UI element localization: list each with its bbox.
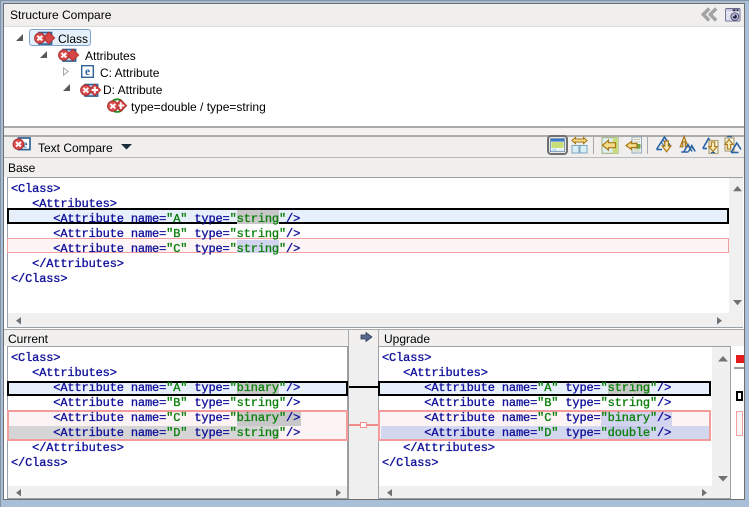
svg-text:e: e bbox=[85, 66, 90, 78]
